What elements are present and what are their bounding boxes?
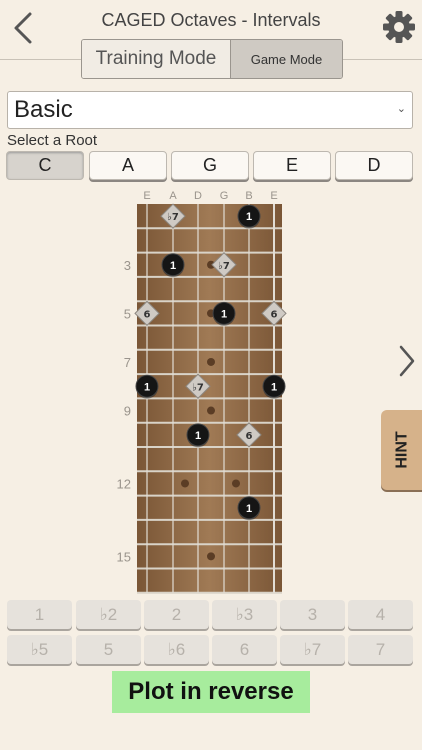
next-chevron-icon[interactable] xyxy=(398,344,416,378)
fret-inlay-dot xyxy=(207,357,215,366)
interval-key[interactable]: ♭2 xyxy=(76,600,141,629)
interval-key[interactable]: 3 xyxy=(280,600,345,629)
svg-text:1: 1 xyxy=(246,503,252,515)
interval-key[interactable]: ♭6 xyxy=(144,635,209,664)
fret-number-label: 9 xyxy=(124,404,131,419)
root-note-marker: 1 xyxy=(237,496,261,521)
mode-segmented-control: Training Mode Game Mode xyxy=(81,39,343,79)
root-button-a[interactable]: A xyxy=(89,151,167,180)
fret-number-label: 7 xyxy=(124,355,131,370)
svg-text:1: 1 xyxy=(271,381,277,393)
root-button-e[interactable]: E xyxy=(253,151,331,180)
fret-inlay-dot xyxy=(207,406,215,415)
root-note-marker: 1 xyxy=(262,374,286,399)
string-name-label: E xyxy=(143,190,150,202)
fret-inlay-dot xyxy=(181,479,189,488)
svg-text:♭7: ♭7 xyxy=(167,212,179,223)
fret-inlay-dot xyxy=(232,479,240,488)
fret-inlay-dot xyxy=(207,552,215,561)
svg-text:♭7: ♭7 xyxy=(218,261,230,272)
string-name-label: A xyxy=(169,190,177,202)
level-select-value: Basic xyxy=(14,96,73,123)
interval-key[interactable]: 7 xyxy=(348,635,413,664)
fret-number-label: 3 xyxy=(124,258,131,273)
fret-number-label: 15 xyxy=(117,549,131,564)
svg-text:1: 1 xyxy=(246,211,252,223)
string-name-label: E xyxy=(270,190,277,202)
training-mode-tab[interactable]: Training Mode xyxy=(82,40,231,78)
interval-key[interactable]: 6 xyxy=(212,635,277,664)
fretboard[interactable]: E A D G B E35791215 ♭7 11 ♭76 1 61 ♭7 11 61 xyxy=(0,185,422,595)
divider-right xyxy=(341,59,422,60)
fret-number-label: 5 xyxy=(124,306,131,321)
svg-text:1: 1 xyxy=(144,381,150,393)
string-name-label: D xyxy=(194,190,202,202)
root-selector: C A G E D xyxy=(6,151,416,181)
hint-tab[interactable]: HINT xyxy=(381,410,422,490)
root-note-marker: 1 xyxy=(237,204,261,229)
svg-text:6: 6 xyxy=(271,309,278,320)
svg-text:6: 6 xyxy=(246,431,253,442)
string-name-label: B xyxy=(245,190,252,202)
interval-key[interactable]: 5 xyxy=(76,635,141,664)
fret-number-label: 12 xyxy=(117,476,131,491)
interval-key[interactable]: ♭3 xyxy=(212,600,277,629)
root-button-d[interactable]: D xyxy=(335,151,413,180)
root-label: Select a Root xyxy=(7,132,98,149)
interval-key[interactable]: 1 xyxy=(7,600,72,629)
interval-key[interactable]: ♭7 xyxy=(280,635,345,664)
divider-left xyxy=(0,59,81,60)
svg-text:1: 1 xyxy=(221,308,227,320)
svg-text:1: 1 xyxy=(170,260,176,272)
root-note-marker: 1 xyxy=(186,423,210,448)
back-chevron-icon[interactable] xyxy=(10,10,36,46)
interval-key[interactable]: 2 xyxy=(144,600,209,629)
chevron-down-icon: ⌄ xyxy=(396,103,406,115)
svg-text:1: 1 xyxy=(195,430,201,442)
page-title: CAGED Octaves - Intervals xyxy=(101,10,321,30)
interval-key[interactable]: 4 xyxy=(348,600,413,629)
root-note-marker: 1 xyxy=(161,253,185,278)
svg-text:6: 6 xyxy=(144,309,151,320)
interval-key[interactable]: ♭5 xyxy=(7,635,72,664)
game-mode-tab[interactable]: Game Mode xyxy=(231,40,342,78)
root-button-g[interactable]: G xyxy=(171,151,249,180)
level-select[interactable]: Basic ⌄ xyxy=(7,91,413,129)
plot-in-reverse-button[interactable]: Plot in reverse xyxy=(112,671,310,713)
root-note-marker: 1 xyxy=(135,374,159,399)
root-note-marker: 1 xyxy=(212,301,236,326)
root-button-c[interactable]: C xyxy=(6,151,84,180)
gear-icon[interactable] xyxy=(382,10,416,44)
hint-label: HINT xyxy=(393,431,411,469)
string-name-label: G xyxy=(220,190,229,202)
svg-text:♭7: ♭7 xyxy=(192,382,204,393)
